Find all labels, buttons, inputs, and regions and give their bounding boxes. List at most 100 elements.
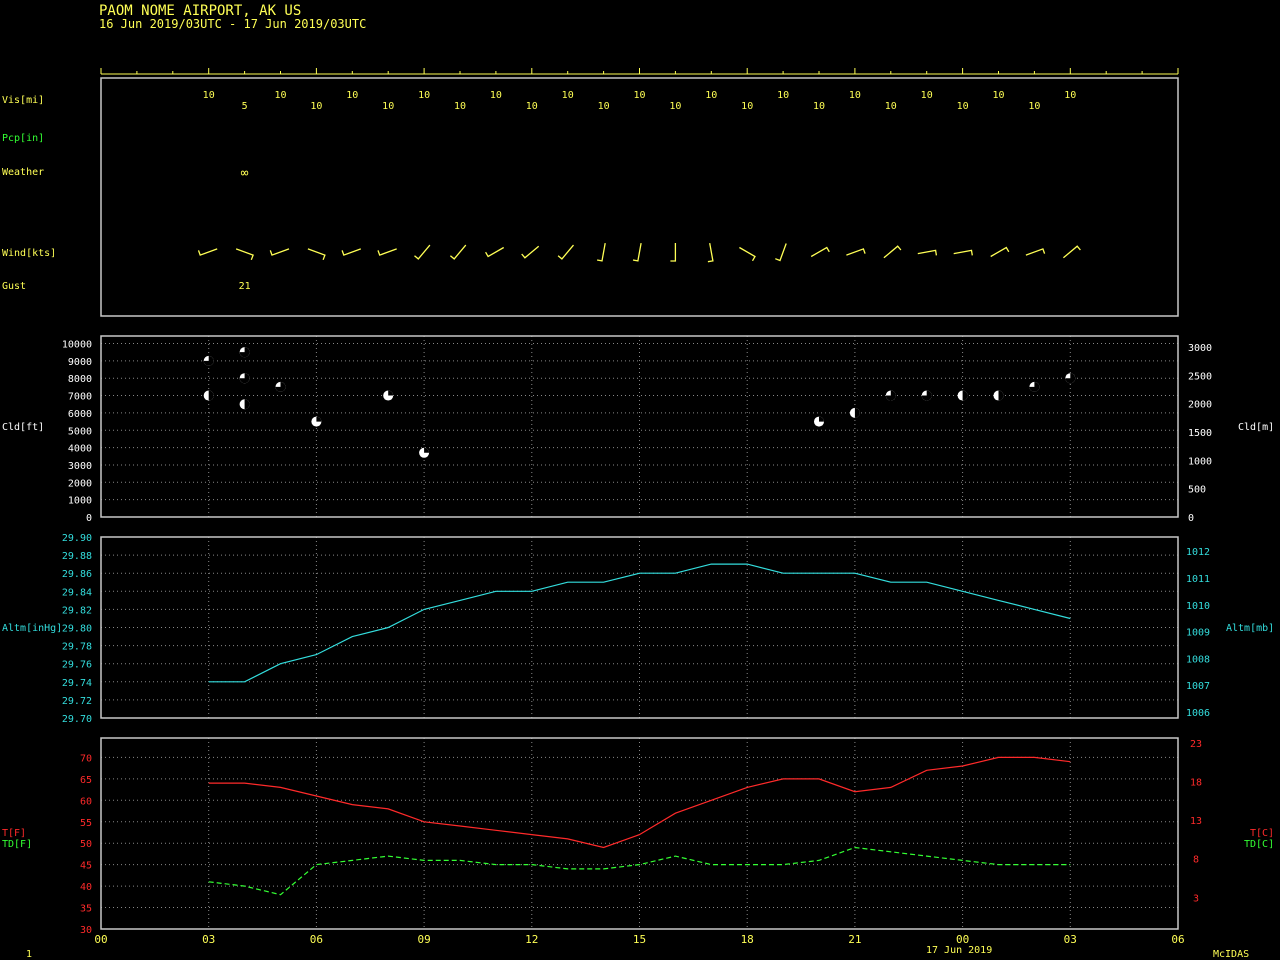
wind-barb: [917, 249, 938, 256]
altimeter-inhg-tick: 29.88: [62, 551, 92, 562]
visibility-value: 10: [346, 90, 358, 101]
visibility-value: 10: [1064, 90, 1076, 101]
time-tick-label: 06: [1171, 933, 1184, 946]
visibility-value: 10: [885, 101, 897, 112]
cloud-cover-fill: [424, 447, 430, 453]
altimeter-inhg-tick: 29.84: [62, 587, 92, 598]
temp-c-tick: 13: [1190, 816, 1202, 827]
temp-c-tick: 8: [1193, 855, 1199, 866]
time-tick-label: 15: [633, 933, 646, 946]
cloud-ft-tick: 10000: [62, 340, 92, 351]
visibility-value: 10: [454, 101, 466, 112]
cloud-ft-tick: 3000: [68, 461, 92, 472]
wind-barb: [414, 244, 431, 260]
wind-barb: [377, 248, 397, 256]
wind-barb: [810, 246, 830, 258]
altimeter-inhg-tick: 29.72: [62, 696, 92, 707]
visibility-value: 10: [705, 90, 717, 101]
visibility-value: 10: [741, 101, 753, 112]
cloud-cover-fill: [244, 399, 250, 410]
cloud-cover-fill: [854, 407, 860, 418]
altimeter-mb-tick: 1010: [1186, 601, 1210, 612]
cloud-ft-tick: 9000: [68, 357, 92, 368]
wind-barb: [632, 242, 642, 262]
time-tick-label: 09: [417, 933, 430, 946]
altimeter-mb-tick: 1009: [1186, 628, 1210, 639]
altimeter-mb-tick: 1007: [1186, 681, 1210, 692]
wind-row-label: Wind[kts]: [2, 248, 56, 259]
wind-barb: [707, 242, 714, 263]
altimeter-mb-tick: 1012: [1186, 547, 1210, 558]
page-number: 1: [26, 949, 32, 960]
wind-barb: [341, 248, 362, 256]
altimeter-mb-label: Altm[mb]: [1226, 623, 1274, 634]
dewpoint-f-label: TD[F]: [2, 839, 32, 850]
temp-f-tick: 65: [80, 775, 92, 786]
wind-barb: [775, 243, 787, 262]
visibility-value: 10: [562, 90, 574, 101]
visibility-value: 10: [777, 90, 789, 101]
cloud-m-tick: 2500: [1188, 371, 1212, 382]
temp-f-tick: 40: [80, 882, 92, 893]
cloud-panel-frame: [100, 335, 1179, 518]
cloud-ft-tick: 5000: [68, 426, 92, 437]
altimeter-mb-tick: 1011: [1186, 574, 1210, 585]
wind-barb: [953, 249, 973, 256]
temp-f-tick: 30: [80, 925, 92, 936]
temp-c-tick: 18: [1190, 777, 1202, 788]
cloud-m-tick: 3000: [1188, 343, 1212, 354]
weather-symbol: ∞: [241, 166, 249, 181]
cloud-ft-tick: 2000: [68, 478, 92, 489]
cloud-m-tick: 1000: [1188, 456, 1212, 467]
visibility-value: 10: [203, 90, 215, 101]
visibility-value: 10: [921, 90, 933, 101]
cloud-cover-fill: [998, 390, 1004, 401]
visibility-value: 10: [418, 90, 430, 101]
altimeter-inhg-tick: 29.78: [62, 642, 92, 653]
altimeter-inhg-tick: 29.86: [62, 569, 92, 580]
time-tick-label: 03: [1064, 933, 1077, 946]
altimeter-inhg-tick: 29.80: [62, 624, 92, 635]
visibility-value: 10: [526, 101, 538, 112]
cloud-ft-tick: 8000: [68, 374, 92, 385]
date-label: 17 Jun 2019: [926, 945, 992, 956]
wind-barb: [846, 248, 866, 256]
dewpoint-c-label: TD[C]: [1244, 839, 1274, 850]
time-tick-label: 12: [525, 933, 538, 946]
cloud-m-label: Cld[m]: [1238, 422, 1274, 433]
visibility-value: 10: [310, 101, 322, 112]
visibility-value: 10: [598, 101, 610, 112]
time-tick-label: 00: [94, 933, 107, 946]
weather-row-label: Weather: [2, 167, 44, 178]
visibility-value: 5: [242, 101, 248, 112]
altimeter-panel-frame: [100, 536, 1179, 719]
gust-row-label: Gust: [2, 281, 26, 292]
surface-panel-frame: [100, 77, 1179, 317]
cloud-cover-fill: [819, 416, 824, 422]
visibility-value: 10: [669, 101, 681, 112]
altimeter-inhg-tick: 29.74: [62, 678, 92, 689]
cloud-cover-fill: [962, 390, 968, 401]
temp-f-tick: 55: [80, 818, 92, 829]
temp-c-tick: 3: [1193, 893, 1199, 904]
cloud-ft-label: Cld[ft]: [2, 422, 44, 433]
wind-barb: [990, 246, 1010, 258]
time-tick-label: 18: [741, 933, 754, 946]
visibility-value: 10: [382, 101, 394, 112]
altimeter-mb-tick: 1006: [1186, 708, 1210, 719]
time-tick-label: 00: [956, 933, 969, 946]
visibility-value: 10: [813, 101, 825, 112]
altimeter-inhg-tick: 29.76: [62, 660, 92, 671]
wind-barb: [596, 242, 606, 262]
time-tick-label: 03: [202, 933, 215, 946]
wind-barb: [307, 248, 326, 261]
cloud-ft-tick: 7000: [68, 392, 92, 403]
cloud-m-tick: 0: [1188, 513, 1194, 524]
cloud-cover-fill: [208, 390, 214, 401]
pcp-row-label: Pcp[in]: [2, 133, 44, 144]
wind-barb: [670, 243, 677, 262]
time-tick-label: 06: [310, 933, 323, 946]
visibility-value: 10: [274, 90, 286, 101]
altimeter-inhg-tick: 29.70: [62, 714, 92, 725]
meteogram: PAOM NOME AIRPORT, AK US 16 Jun 2019/03U…: [2, 3, 1274, 960]
